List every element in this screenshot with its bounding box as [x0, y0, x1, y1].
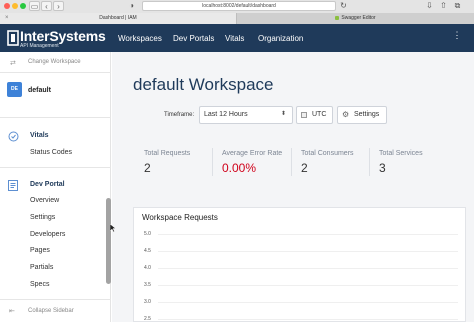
timeframe-value: Last 12 Hours [204, 111, 248, 118]
change-workspace-icon[interactable]: ⇄ [10, 59, 16, 67]
y-tick-label: 4.5 [144, 248, 151, 254]
y-tick-label: 4.0 [144, 265, 151, 271]
utc-label: UTC [312, 111, 327, 118]
gridline [158, 268, 458, 269]
stat-label-total-requests: Total Requests [144, 150, 191, 157]
nav-vitals[interactable]: Vitals [225, 34, 244, 43]
intersystems-logo-icon [7, 30, 19, 46]
stat-value-total-requests: 2 [144, 161, 151, 175]
dev-portal-icon [8, 180, 18, 191]
page-title: default Workspace [133, 75, 274, 94]
dev-portal-heading[interactable]: Dev Portal [30, 181, 65, 188]
sidebar-item-developers[interactable]: Developers [30, 231, 65, 238]
gridline [158, 285, 458, 286]
gridline [158, 302, 458, 303]
sidebar-scrollbar[interactable] [106, 198, 111, 284]
mouse-cursor-icon [110, 224, 116, 232]
settings-label: Settings [354, 111, 380, 118]
close-window-icon[interactable] [4, 3, 10, 9]
gridline [158, 234, 458, 235]
stat-label-total-consumers: Total Consumers [301, 150, 354, 157]
logo-name[interactable]: InterSystems [20, 28, 106, 44]
forward-icon[interactable]: › [53, 1, 64, 11]
sidebar-divider [0, 117, 111, 118]
change-workspace-link[interactable]: Change Workspace [28, 59, 81, 65]
gridline [158, 251, 458, 252]
collapse-sidebar-link[interactable]: Collapse Sidebar [28, 308, 74, 314]
share-icon[interactable]: ⇧ [438, 1, 449, 11]
nav-workspaces[interactable]: Workspaces [118, 34, 162, 43]
tab-bar: × Dashboard | IAM Swagger Editor [0, 13, 474, 24]
tab-label: Dashboard | IAM [99, 15, 137, 21]
sidebar-item-settings[interactable]: Settings [30, 214, 55, 221]
tab-label: Swagger Editor [341, 15, 376, 21]
collapse-sidebar-icon[interactable]: ⇤ [9, 307, 15, 315]
stat-value-total-consumers: 2 [301, 161, 308, 175]
select-caret-icon: ⬍ [281, 111, 287, 117]
download-icon[interactable]: ⇩ [424, 1, 435, 11]
sidebar-toggle-icon[interactable]: ▭ [29, 1, 40, 11]
stat-separator [291, 148, 292, 176]
chart-title: Workspace Requests [142, 213, 218, 222]
workspace-badge: DE [7, 82, 22, 97]
sidebar-divider [0, 72, 111, 73]
minimize-window-icon[interactable] [12, 3, 18, 9]
stat-separator [212, 148, 213, 176]
utc-checkbox-icon[interactable] [301, 112, 307, 118]
swagger-favicon-icon [335, 15, 340, 20]
nav-organization[interactable]: Organization [258, 34, 303, 43]
kebab-icon[interactable]: ⋮ [452, 31, 462, 40]
gear-icon: ⚙ [342, 110, 350, 119]
sidebar-item-status-codes[interactable]: Status Codes [30, 149, 72, 156]
sidebar-item-specs[interactable]: Specs [30, 281, 49, 288]
sidebar-item-partials[interactable]: Partials [30, 264, 53, 271]
tab-swagger[interactable]: Swagger Editor [236, 13, 474, 24]
stat-separator [369, 148, 370, 176]
zoom-window-icon[interactable] [20, 3, 26, 9]
reload-icon[interactable]: ↻ [338, 1, 349, 11]
vitals-heading[interactable]: Vitals [30, 132, 49, 139]
workspace-name[interactable]: default [28, 87, 51, 94]
gridline [158, 319, 458, 320]
y-tick-label: 5.0 [144, 231, 151, 237]
workspace-requests-card [133, 207, 466, 322]
tab-icon[interactable]: ◑ [126, 1, 137, 11]
tab-dashboard[interactable]: × Dashboard | IAM [0, 13, 236, 24]
sidebar-item-overview[interactable]: Overview [30, 197, 59, 204]
timeframe-label: Timeframe: [164, 112, 195, 118]
address-bar[interactable]: localhost:8002/default/dashboard [142, 1, 336, 11]
nav-dev-portals[interactable]: Dev Portals [173, 34, 214, 43]
tabs-overview-icon[interactable]: ⧉ [452, 1, 463, 11]
y-tick-label: 3.5 [144, 282, 151, 288]
close-tab-icon[interactable]: × [5, 13, 9, 24]
back-icon[interactable]: ‹ [41, 1, 52, 11]
stat-label-total-services: Total Services [379, 150, 423, 157]
sidebar-divider [0, 167, 111, 168]
sidebar-item-pages[interactable]: Pages [30, 247, 50, 254]
stat-label-error-rate: Average Error Rate [222, 150, 283, 157]
vitals-icon [8, 131, 19, 142]
sidebar-divider [0, 299, 111, 300]
y-tick-label: 2.5 [144, 316, 151, 322]
stat-value-total-services: 3 [379, 161, 386, 175]
stat-value-error-rate: 0.00% [222, 161, 257, 175]
logo-subtitle: API Management [20, 43, 59, 49]
y-tick-label: 3.0 [144, 299, 151, 305]
